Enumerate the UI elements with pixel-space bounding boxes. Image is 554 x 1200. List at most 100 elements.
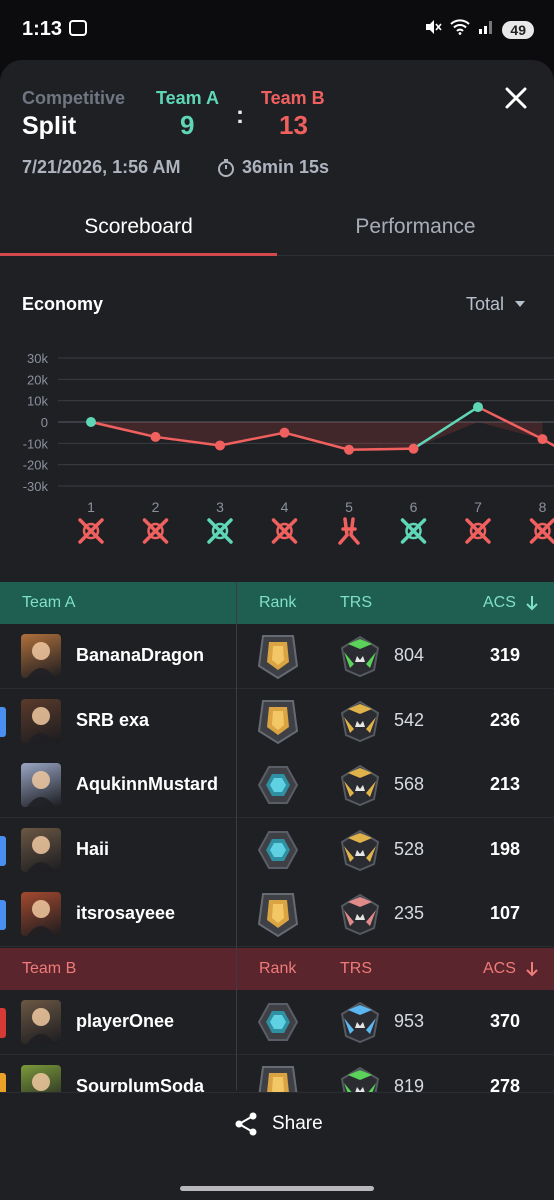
rank-column-header[interactable]: Rank: [259, 594, 296, 612]
player-row[interactable]: Haii 528 198: [0, 817, 554, 883]
economy-point[interactable]: [279, 427, 290, 438]
acs-value: 107: [490, 903, 521, 923]
economy-point[interactable]: [150, 431, 161, 442]
close-icon: [505, 87, 527, 109]
y-tick-label: -20k: [23, 458, 49, 473]
y-tick-label: 0: [41, 415, 48, 430]
party-marker: [0, 706, 6, 737]
player-row[interactable]: BananaDragon 804 319: [0, 624, 554, 689]
acs-column-header[interactable]: ACS: [483, 594, 516, 612]
sort-down-icon[interactable]: [524, 594, 540, 612]
team-b-header-label: Team B: [22, 960, 77, 977]
round-number: 5: [345, 499, 353, 515]
y-tick-label: 30k: [27, 351, 48, 366]
score-separator: :: [236, 102, 244, 129]
elimination-icon[interactable]: [207, 518, 233, 544]
trs-column-header[interactable]: TRS: [340, 960, 372, 978]
sort-down-icon[interactable]: [524, 960, 540, 978]
trs-value: 804: [394, 645, 425, 665]
economy-selector[interactable]: Total: [466, 294, 504, 315]
acs-value: 236: [490, 709, 521, 730]
elimination-icon[interactable]: [465, 518, 491, 544]
economy-point[interactable]: [473, 402, 483, 413]
team-b-score: 13: [279, 110, 308, 140]
economy-point[interactable]: [537, 434, 548, 445]
trs-value: 235: [394, 903, 425, 923]
rank-column-header[interactable]: Rank: [259, 960, 296, 978]
tab-scoreboard[interactable]: Scoreboard: [0, 198, 277, 255]
agent-avatar: [21, 634, 61, 678]
trs-value: 953: [394, 1011, 425, 1031]
trs-column-header[interactable]: TRS: [340, 594, 372, 612]
trs-value: 528: [394, 838, 425, 859]
wifi-icon: [450, 19, 471, 40]
player-row[interactable]: AqukinnMustard 568 213: [0, 753, 554, 818]
defuse-icon[interactable]: [338, 517, 360, 545]
economy-point[interactable]: [344, 444, 354, 455]
round-number: 8: [539, 499, 547, 515]
player-name: playerOnee: [76, 1011, 175, 1031]
stopwatch-icon: [218, 158, 234, 177]
player-row[interactable]: itsrosayeee 235 107: [0, 882, 554, 947]
trs-value: 568: [394, 774, 425, 794]
round-number: 3: [216, 499, 224, 515]
y-tick-label: -10k: [23, 436, 49, 451]
chevron-down-icon[interactable]: [515, 301, 525, 307]
team-b-label: Team B: [261, 88, 325, 108]
share-label: Share: [272, 1113, 323, 1134]
player-name: SRB exa: [76, 709, 150, 730]
economy-point[interactable]: [215, 440, 225, 451]
elimination-icon[interactable]: [400, 518, 427, 544]
active-tab-indicator: [0, 253, 277, 256]
team-a-score: 9: [180, 110, 195, 140]
player-row[interactable]: playerOnee 953 370: [0, 990, 554, 1055]
match-date: 7/21/2026, 1:56 AM: [22, 157, 181, 177]
round-number: 2: [152, 499, 160, 515]
status-time: 1:13: [22, 18, 63, 40]
elimination-icon[interactable]: [78, 518, 104, 544]
share-icon: [235, 1112, 257, 1136]
party-marker: [0, 1008, 6, 1038]
agent-avatar: [21, 827, 61, 872]
tab-bar: Scoreboard Performance: [0, 198, 554, 256]
y-tick-label: -30k: [23, 479, 49, 494]
close-button[interactable]: [502, 84, 530, 112]
rank-badge-icon: [257, 890, 299, 938]
economy-chart: 30k 20k 10k 0 -10k -20k -30k 1 2 3 4 5 6 7 8: [23, 351, 554, 545]
elimination-icon[interactable]: [271, 518, 298, 544]
acs-value: 213: [490, 774, 521, 794]
rank-badge-icon: [257, 697, 299, 745]
mute-icon: [424, 18, 443, 41]
elimination-icon[interactable]: [142, 518, 169, 544]
trs-tier-icon: [338, 892, 382, 936]
share-bar: Share: [0, 1092, 554, 1200]
round-number: 1: [87, 499, 95, 515]
economy-title: Economy: [22, 294, 104, 314]
trs-tier-icon: [338, 763, 382, 807]
match-duration: 36min 15s: [216, 157, 329, 178]
agent-avatar: [21, 1000, 61, 1044]
player-row[interactable]: SRB exa 542 236: [0, 688, 554, 754]
economy-point[interactable]: [86, 417, 96, 427]
trs-tier-icon: [338, 828, 382, 872]
tab-performance[interactable]: Performance: [277, 198, 554, 255]
map-name: Split: [22, 112, 77, 140]
economy-line-segment: [348, 447, 414, 451]
signal-icon: [478, 19, 494, 40]
rank-badge-icon: [257, 826, 299, 874]
round-number: 7: [474, 499, 482, 515]
rank-badge-icon: [257, 761, 299, 809]
y-tick-label: 10k: [27, 394, 48, 409]
rank-badge-icon: [257, 632, 299, 680]
acs-column-header[interactable]: ACS: [483, 960, 516, 978]
agent-avatar: [21, 698, 61, 743]
elimination-icon[interactable]: [529, 518, 554, 544]
game-mode: Competitive: [22, 88, 126, 108]
share-button[interactable]: Share: [232, 1107, 323, 1141]
home-indicator[interactable]: [180, 1186, 374, 1191]
duration-text: 36min 15s: [242, 157, 330, 177]
economy-point[interactable]: [408, 443, 419, 454]
agent-avatar: [21, 892, 61, 936]
team-b-header: Team B Rank TRS ACS: [0, 948, 554, 990]
trs-tier-icon: [338, 1000, 382, 1044]
